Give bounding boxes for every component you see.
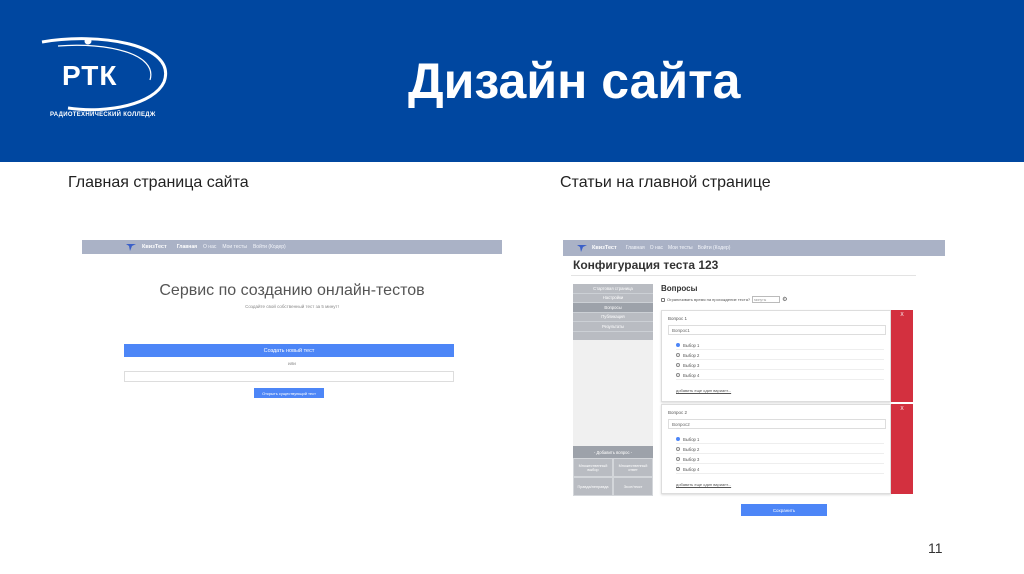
logo-text: РТК — [62, 60, 118, 91]
option-label: Выбор 1 — [683, 436, 700, 442]
title-divider — [571, 275, 916, 276]
config-page-title: Конфигурация теста 123 — [573, 258, 719, 272]
home-nav-item-login[interactable]: Войти (Кодер) — [253, 244, 286, 250]
add-multiple-choice-button[interactable]: Множественный выбор — [573, 458, 613, 477]
option-label: Выбор 3 — [683, 362, 700, 368]
radio-selected-icon[interactable] — [676, 437, 680, 441]
home-nav-item-about[interactable]: О нас — [203, 244, 216, 250]
brand-logo-icon — [126, 244, 136, 251]
question-text-input[interactable]: Вопрос2 — [668, 419, 886, 429]
option-label: Выбор 2 — [683, 446, 700, 452]
question-label: Вопрос 1 — [668, 316, 687, 321]
option-row[interactable]: Выбор 4 — [676, 371, 884, 380]
radio-icon[interactable] — [676, 363, 680, 367]
home-nav-item-my-tests[interactable]: Мои тесты — [222, 244, 247, 250]
radio-icon[interactable] — [676, 457, 680, 461]
add-option-link[interactable]: добавить еще один вариант... — [676, 388, 731, 393]
question-card: Вопрос 1 Вопрос1 Выбор 1 Выбор 2 Выбор 3… — [661, 310, 891, 402]
add-question-panel: - Добавить вопрос - Множественный выбор … — [573, 446, 653, 496]
config-side-menu: Стартовая страница Настройки Вопросы Пуб… — [573, 284, 653, 340]
limit-time-row: Ограничивать время на прохождение теста?… — [661, 296, 788, 303]
radio-icon[interactable] — [676, 467, 680, 471]
delete-question-button[interactable]: X — [891, 310, 913, 402]
page-number: 11 — [928, 540, 943, 556]
hero-subtitle: Создайте свой собственный тест за 5 мину… — [245, 304, 339, 309]
rtk-logo: РТК РАДИОТЕХНИЧЕСКИЙ КОЛЛЕДЖ — [38, 34, 178, 126]
brand-logo-icon — [577, 245, 587, 252]
option-row[interactable]: Выбор 1 — [676, 435, 884, 444]
side-item-start-page[interactable]: Стартовая страница — [573, 284, 653, 294]
limit-time-checkbox[interactable] — [661, 297, 665, 302]
add-question-header: - Добавить вопрос - — [573, 446, 653, 458]
option-row[interactable]: Выбор 4 — [676, 465, 884, 474]
config-nav-item-login[interactable]: Войти (Кодер) — [698, 245, 731, 251]
side-item-publish[interactable]: Публикация — [573, 313, 653, 322]
side-item-questions[interactable]: Вопросы — [573, 303, 653, 313]
radio-icon[interactable] — [676, 353, 680, 357]
slide-header: РТК РАДИОТЕХНИЧЕСКИЙ КОЛЛЕДЖ Дизайн сайт… — [0, 0, 1024, 162]
config-navbar: КвизТест Главная О нас Мои тесты Войти (… — [563, 240, 945, 256]
slide-title: Дизайн сайта — [408, 53, 741, 109]
questions-header: Вопросы — [661, 284, 698, 293]
option-label: Выбор 4 — [683, 466, 700, 472]
config-nav-item-about[interactable]: О нас — [650, 245, 663, 251]
radio-selected-icon[interactable] — [676, 343, 680, 347]
open-test-button[interactable]: Открыть существующий тест — [254, 388, 324, 398]
save-button[interactable]: Сохранить — [741, 504, 827, 516]
config-page-screenshot: КвизТест Главная О нас Мои тесты Войти (… — [563, 240, 945, 520]
home-page-screenshot: КвизТест Главная О нас Мои тесты Войти (… — [82, 240, 502, 400]
radio-icon[interactable] — [676, 447, 680, 451]
option-row[interactable]: Выбор 2 — [676, 351, 884, 360]
option-row[interactable]: Выбор 1 — [676, 341, 884, 350]
config-nav-item-home[interactable]: Главная — [626, 245, 645, 251]
delete-question-button[interactable]: X — [891, 404, 913, 494]
or-label: или — [288, 361, 296, 366]
limit-time-input[interactable]: минуты — [752, 296, 781, 303]
option-label: Выбор 1 — [683, 342, 700, 348]
hero-title: Сервис по созданию онлайн-тестов — [159, 282, 425, 299]
option-label: Выбор 4 — [683, 372, 700, 378]
option-row[interactable]: Выбор 2 — [676, 445, 884, 454]
option-row[interactable]: Выбор 3 — [676, 361, 884, 370]
question-card: Вопрос 2 Вопрос2 Выбор 1 Выбор 2 Выбор 3… — [661, 404, 891, 494]
home-nav-item-home[interactable]: Главная — [177, 244, 197, 250]
config-brand-name[interactable]: КвизТест — [592, 245, 617, 251]
home-navbar: КвизТест Главная О нас Мои тесты Войти (… — [82, 240, 502, 254]
home-brand-name[interactable]: КвизТест — [142, 244, 167, 250]
option-label: Выбор 3 — [683, 456, 700, 462]
question-label: Вопрос 2 — [668, 410, 687, 415]
side-menu-spacer — [573, 340, 653, 446]
caption-articles: Статьи на главной странице — [560, 174, 771, 191]
limit-time-label: Ограничивать время на прохождение теста? — [667, 297, 751, 302]
side-item-results[interactable]: Результаты — [573, 322, 653, 332]
add-true-false-button[interactable]: Правда/неправда — [573, 477, 613, 496]
add-option-link[interactable]: добавить еще один вариант... — [676, 482, 731, 487]
radio-icon[interactable] — [676, 373, 680, 377]
option-label: Выбор 2 — [683, 352, 700, 358]
test-code-input[interactable] — [124, 371, 454, 382]
caption-home-page: Главная страница сайта — [68, 174, 249, 191]
add-essay-button[interactable]: Эссе/текст — [613, 477, 653, 496]
add-multiple-answer-button[interactable]: Множественный ответ — [613, 458, 653, 477]
question-text-input[interactable]: Вопрос1 — [668, 325, 886, 335]
config-nav-item-my-tests[interactable]: Мои тесты — [668, 245, 693, 251]
gear-icon[interactable]: ⚙ — [782, 296, 787, 303]
side-item-settings[interactable]: Настройки — [573, 294, 653, 303]
option-row[interactable]: Выбор 3 — [676, 455, 884, 464]
create-test-button[interactable]: Создать новый тест — [124, 344, 454, 357]
logo-subtitle: РАДИОТЕХНИЧЕСКИЙ КОЛЛЕДЖ — [50, 112, 156, 118]
